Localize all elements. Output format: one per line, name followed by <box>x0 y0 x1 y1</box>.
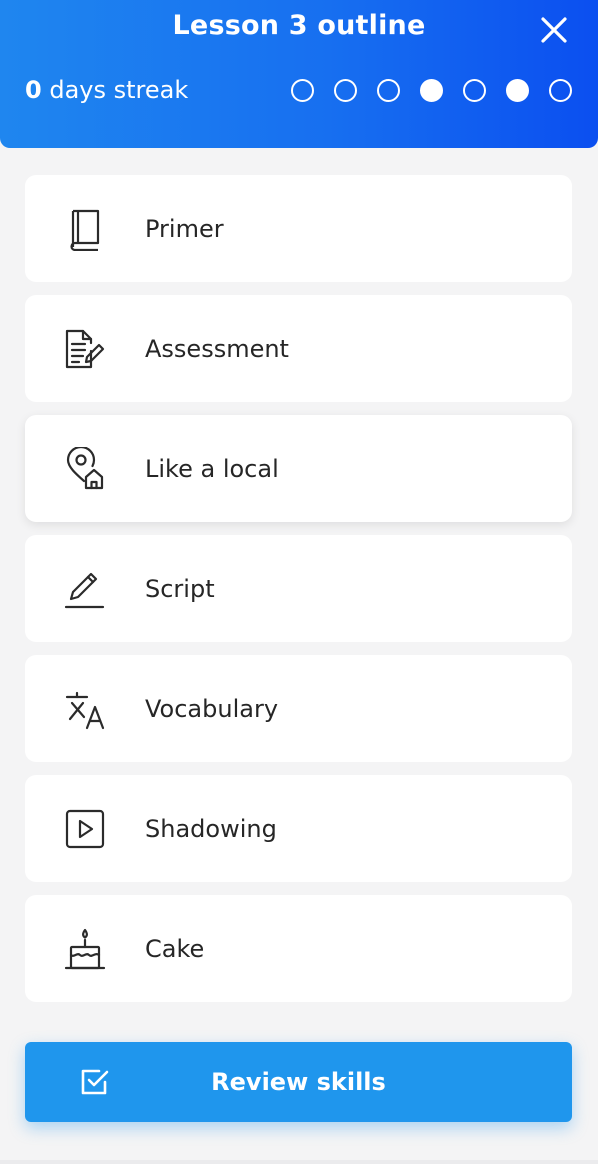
progress-dot <box>377 79 400 102</box>
list-item-label: Assessment <box>145 334 289 363</box>
review-skills-button[interactable]: Review skills <box>25 1042 572 1122</box>
close-icon <box>541 17 567 43</box>
list-item-label: Like a local <box>145 454 279 483</box>
progress-dot <box>463 79 486 102</box>
translate-icon <box>63 687 107 731</box>
lesson-outline-list: Primer Assessment Like a local Script Vo… <box>25 175 572 1015</box>
list-item-label: Primer <box>145 214 224 243</box>
progress-dot <box>334 79 357 102</box>
list-item-primer[interactable]: Primer <box>25 175 572 282</box>
list-item-shadowing[interactable]: Shadowing <box>25 775 572 882</box>
list-item-cake[interactable]: Cake <box>25 895 572 1002</box>
close-button[interactable] <box>538 14 570 46</box>
list-item-label: Cake <box>145 934 205 963</box>
page-title: Lesson 3 outline <box>172 10 426 41</box>
list-item-assessment[interactable]: Assessment <box>25 295 572 402</box>
review-skills-label: Review skills <box>211 1068 386 1096</box>
progress-dots <box>291 79 572 102</box>
pencil-icon <box>63 567 107 611</box>
progress-dot <box>291 79 314 102</box>
progress-dot <box>506 79 529 102</box>
bottom-divider <box>0 1160 598 1164</box>
header: Lesson 3 outline 0 days streak <box>0 0 598 148</box>
book-icon <box>63 207 107 251</box>
list-item-label: Script <box>145 574 215 603</box>
list-item-label: Vocabulary <box>145 694 279 723</box>
list-item-vocabulary[interactable]: Vocabulary <box>25 655 572 762</box>
streak-text: 0 days streak <box>25 76 188 104</box>
location-home-icon <box>63 446 107 491</box>
list-item-script[interactable]: Script <box>25 535 572 642</box>
streak-label: days streak <box>41 76 189 104</box>
list-item-like-a-local[interactable]: Like a local <box>25 415 572 522</box>
list-item-label: Shadowing <box>145 814 277 843</box>
streak-count: 0 <box>25 76 42 104</box>
cake-icon <box>63 927 107 971</box>
progress-dot <box>549 79 572 102</box>
play-icon <box>63 807 107 851</box>
document-edit-icon <box>63 327 107 371</box>
progress-dot <box>420 79 443 102</box>
